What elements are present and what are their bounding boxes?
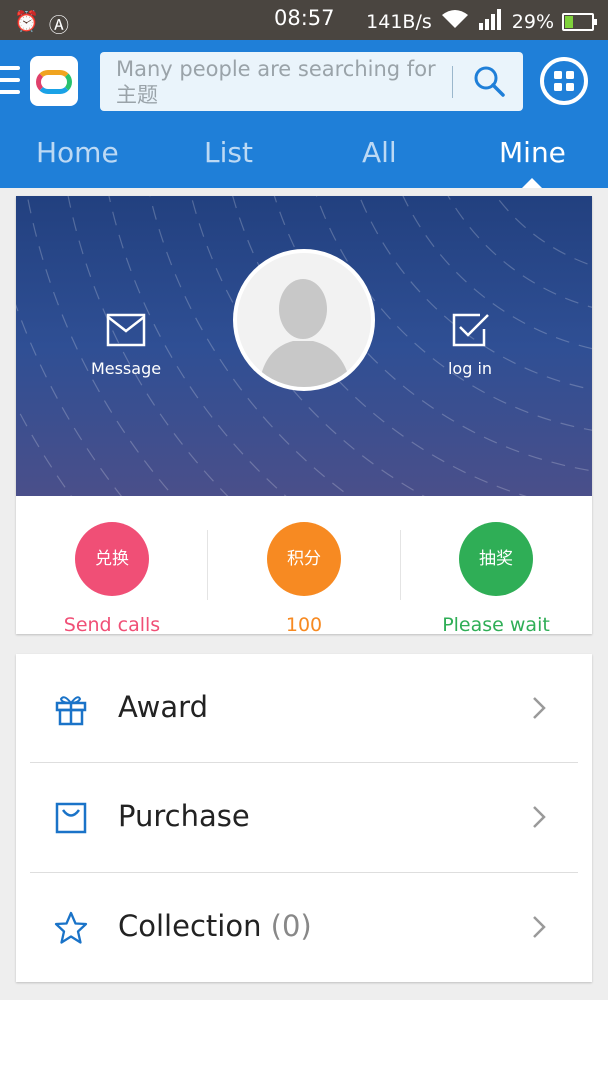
- shopping-bag-icon: [55, 802, 87, 834]
- app-notification-icon: Ⓐ: [48, 13, 69, 37]
- lottery-item[interactable]: 抽奖 Please wait: [400, 522, 592, 636]
- tab-home[interactable]: Home: [36, 136, 119, 169]
- purchase-label: Purchase: [118, 799, 250, 833]
- login-button[interactable]: log in: [410, 313, 530, 378]
- lottery-caption: Please wait: [442, 614, 550, 636]
- search-divider: [452, 66, 453, 98]
- tab-list[interactable]: List: [204, 136, 253, 169]
- exchange-badge[interactable]: 兑换: [75, 522, 149, 596]
- message-button[interactable]: Message: [66, 313, 186, 378]
- collection-count: (0): [270, 909, 312, 943]
- alarm-icon: ⏰: [14, 9, 39, 33]
- signal-icon: [478, 8, 504, 35]
- status-bar: ⏰ Ⓐ 08:57 141B/s 29%: [0, 0, 608, 40]
- collection-label: Collection (0): [118, 909, 312, 943]
- mine-page: Message log in 兑换 Send calls 积分 100 抽奖 P…: [0, 188, 608, 1000]
- battery-percent: 29%: [511, 10, 554, 33]
- tab-bar: Home List All Mine: [0, 122, 608, 188]
- profile-banner: Message log in: [16, 196, 592, 496]
- envelope-icon: [106, 313, 146, 347]
- network-speed: 141B/s: [366, 10, 432, 33]
- star-icon: [54, 911, 88, 944]
- apps-grid-icon[interactable]: [540, 57, 588, 105]
- menu-list: Award Purchase Collection (0): [16, 654, 592, 982]
- list-item-award[interactable]: Award: [16, 654, 592, 763]
- hamburger-menu-icon[interactable]: [0, 66, 20, 94]
- battery-icon: [562, 12, 597, 31]
- tab-all[interactable]: All: [362, 136, 397, 169]
- points-badge[interactable]: 积分: [267, 522, 341, 596]
- search-icon[interactable]: [472, 64, 506, 98]
- message-label: Message: [90, 359, 162, 378]
- checkbox-icon: [452, 313, 489, 347]
- app-bar: Many people are searching for 主题: [0, 40, 608, 122]
- stats-row: 兑换 Send calls 积分 100 抽奖 Please wait: [16, 496, 592, 636]
- points-item[interactable]: 积分 100: [208, 522, 400, 636]
- status-time: 08:57: [274, 6, 335, 30]
- login-label: log in: [447, 359, 493, 378]
- cloud-icon: [36, 70, 72, 94]
- active-tab-indicator: [522, 178, 542, 188]
- search-bar[interactable]: Many people are searching for 主题: [100, 52, 523, 111]
- award-label: Award: [118, 690, 208, 724]
- collection-text: Collection: [118, 909, 262, 943]
- points-value: 100: [285, 614, 323, 636]
- chevron-right-icon: [533, 806, 546, 828]
- exchange-caption: Send calls: [63, 614, 161, 636]
- wifi-icon: [440, 8, 470, 35]
- lottery-badge[interactable]: 抽奖: [459, 522, 533, 596]
- user-silhouette-icon: [259, 279, 351, 387]
- chevron-right-icon: [533, 697, 546, 719]
- exchange-item[interactable]: 兑换 Send calls: [16, 522, 208, 636]
- avatar[interactable]: [233, 249, 375, 391]
- profile-card: Message log in 兑换 Send calls 积分 100 抽奖 P…: [16, 196, 592, 636]
- tab-mine[interactable]: Mine: [499, 136, 566, 169]
- chevron-right-icon: [533, 916, 546, 938]
- gift-icon: [55, 696, 87, 726]
- list-item-collection[interactable]: Collection (0): [16, 873, 592, 982]
- list-item-purchase[interactable]: Purchase: [16, 763, 592, 872]
- app-logo[interactable]: [30, 56, 78, 106]
- search-input[interactable]: Many people are searching for 主题: [116, 56, 446, 108]
